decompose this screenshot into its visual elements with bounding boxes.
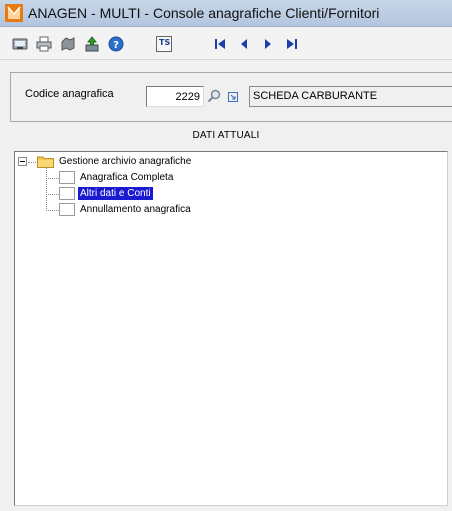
first-record-icon[interactable]: [212, 36, 228, 52]
svg-text:?: ?: [113, 40, 119, 51]
ts-label: TS: [159, 38, 171, 47]
last-record-icon[interactable]: [284, 36, 300, 52]
node-icon: [59, 203, 75, 216]
toolbar: ? TS: [0, 28, 452, 60]
tree-item-altri-dati-e-conti[interactable]: Altri dati e Conti: [78, 187, 153, 200]
code-label: Codice anagrafica: [25, 88, 114, 100]
window-title: ANAGEN - MULTI - Console anagrafiche Cli…: [28, 5, 380, 21]
node-icon: [59, 187, 75, 200]
search-icon[interactable]: [207, 89, 221, 103]
folder-icon: [37, 156, 54, 168]
next-record-icon[interactable]: [260, 36, 276, 52]
install-icon[interactable]: [84, 36, 100, 52]
tree-item-anagrafica-completa[interactable]: Anagrafica Completa: [78, 171, 175, 184]
tools-icon[interactable]: [60, 36, 76, 52]
description-field: SCHEDA CARBURANTE: [249, 86, 452, 107]
open-record-icon[interactable]: [228, 92, 238, 102]
title-bar[interactable]: ANAGEN - MULTI - Console anagrafiche Cli…: [0, 0, 452, 27]
app-icon: [5, 4, 23, 22]
collapse-toggle[interactable]: [18, 157, 27, 166]
tree-view[interactable]: Gestione archivio anagrafiche Anagrafica…: [14, 151, 448, 506]
section-title: DATI ATTUALI: [192, 130, 260, 141]
preview-icon[interactable]: [12, 36, 28, 52]
node-icon: [59, 171, 75, 184]
ts-button[interactable]: TS: [156, 36, 172, 52]
code-input[interactable]: [146, 86, 204, 107]
tree-root-label[interactable]: Gestione archivio anagrafiche: [57, 155, 193, 168]
printer-icon[interactable]: [36, 36, 52, 52]
tree-item-annullamento-anagrafica[interactable]: Annullamento anagrafica: [78, 203, 193, 216]
help-icon[interactable]: ?: [108, 36, 124, 52]
previous-record-icon[interactable]: [236, 36, 252, 52]
